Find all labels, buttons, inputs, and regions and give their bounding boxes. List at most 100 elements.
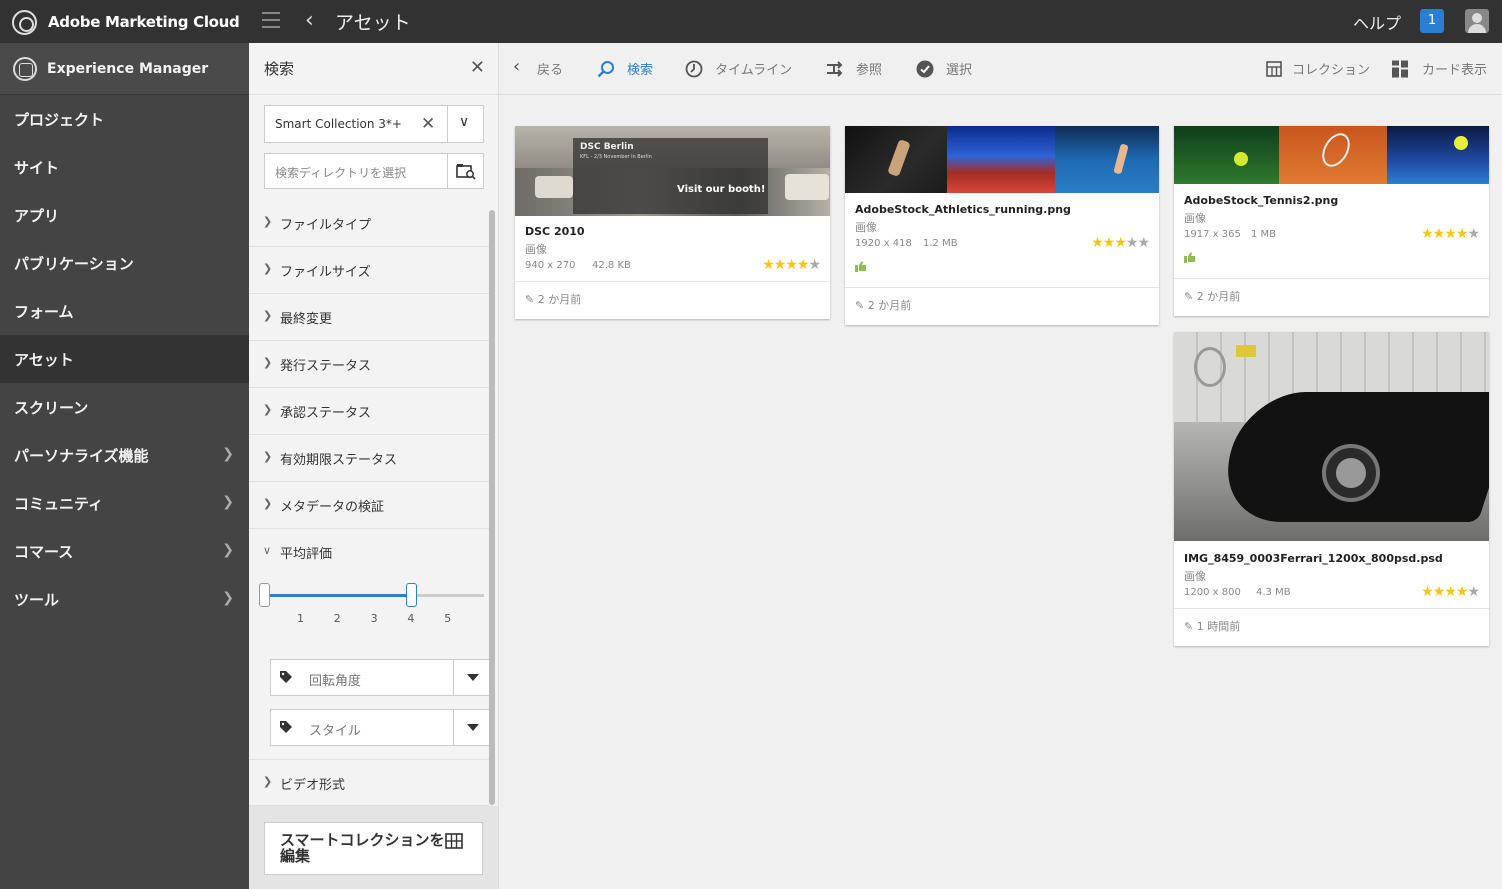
star-filled-icon[interactable]: ★ bbox=[1433, 226, 1446, 242]
asset-card[interactable]: AdobeStock_Athletics_running.png 画像 1920… bbox=[845, 126, 1159, 325]
asset-thumbnail bbox=[1174, 332, 1489, 541]
star-filled-icon[interactable]: ★ bbox=[1444, 584, 1457, 600]
edit-smart-collection-button[interactable]: スマートコレクションを編集 bbox=[264, 822, 483, 875]
star-empty-icon[interactable]: ★ bbox=[808, 257, 821, 273]
facet-video-format[interactable]: ❯ ビデオ形式 bbox=[249, 759, 489, 806]
facet-average-rating[interactable]: ∨ 平均評価 bbox=[249, 529, 489, 576]
nav-item[interactable]: パーソナライズ機能 ❯ bbox=[0, 431, 249, 479]
pencil-icon: ✎ bbox=[1184, 620, 1194, 633]
nav-item[interactable]: コミュニティ ❯ bbox=[0, 479, 249, 527]
asset-card[interactable]: IMG_8459_0003Ferrari_1200x_800psd.psd 画像… bbox=[1174, 332, 1489, 646]
star-empty-icon[interactable]: ★ bbox=[1467, 226, 1480, 242]
rating-stars[interactable]: ★★★★★ bbox=[1091, 235, 1150, 251]
user-avatar-icon[interactable] bbox=[1465, 9, 1489, 33]
facet-label: 平均評価 bbox=[280, 547, 333, 562]
rating-stars[interactable]: ★★★★★ bbox=[762, 257, 821, 273]
star-filled-icon[interactable]: ★ bbox=[785, 257, 798, 273]
rating-slider-min-handle[interactable] bbox=[259, 583, 270, 607]
timeline-button[interactable]: タイムライン bbox=[685, 59, 792, 78]
divider bbox=[1174, 278, 1489, 279]
search-directory-field[interactable]: 検索ディレクトリを選択 bbox=[264, 153, 484, 189]
search-button[interactable]: 検索 bbox=[597, 59, 653, 78]
facet-item[interactable]: ❯ ファイルサイズ bbox=[249, 247, 489, 294]
menu-icon[interactable] bbox=[262, 12, 280, 33]
select-label: 選択 bbox=[946, 63, 973, 78]
chevron-right-icon: ❯ bbox=[222, 542, 234, 558]
clear-icon[interactable]: ✕ bbox=[421, 114, 435, 134]
facet-item[interactable]: ❯ 承認ステータス bbox=[249, 388, 489, 435]
rating-slider-max-handle[interactable] bbox=[406, 583, 418, 607]
back-chevron-icon[interactable]: ‹ bbox=[305, 8, 314, 33]
star-filled-icon[interactable]: ★ bbox=[774, 257, 787, 273]
brand[interactable]: Adobe Marketing Cloud bbox=[12, 9, 240, 35]
star-filled-icon[interactable]: ★ bbox=[797, 257, 810, 273]
star-empty-icon[interactable]: ★ bbox=[1467, 584, 1480, 600]
rating-tick-label: 2 bbox=[333, 612, 341, 625]
dropdown-caret-icon[interactable] bbox=[467, 724, 479, 731]
nav-item[interactable]: プロジェクト bbox=[0, 95, 249, 143]
references-button[interactable]: 参照 bbox=[826, 59, 882, 78]
star-filled-icon[interactable]: ★ bbox=[1114, 235, 1127, 251]
nav-item[interactable]: ツール ❯ bbox=[0, 575, 249, 623]
star-filled-icon[interactable]: ★ bbox=[1103, 235, 1116, 251]
browse-folder-icon[interactable] bbox=[456, 162, 476, 180]
collection-button[interactable]: コレクション bbox=[1266, 59, 1370, 78]
rating-stars[interactable]: ★★★★★ bbox=[1421, 226, 1480, 242]
nav-item-label: フォーム bbox=[14, 302, 74, 321]
nav-item[interactable]: アセット bbox=[0, 335, 249, 383]
star-filled-icon[interactable]: ★ bbox=[1456, 584, 1469, 600]
asset-dimensions: 1920 x 418 bbox=[855, 238, 912, 249]
nav-item[interactable]: フォーム bbox=[0, 287, 249, 335]
card-view-button[interactable]: カード表示 bbox=[1392, 59, 1487, 78]
nav-item[interactable]: コマース ❯ bbox=[0, 527, 249, 575]
rotation-tag-select[interactable]: 回転角度 bbox=[270, 659, 490, 696]
style-tag-select[interactable]: スタイル bbox=[270, 709, 490, 746]
rail-scrollbar[interactable] bbox=[489, 210, 495, 805]
star-filled-icon[interactable]: ★ bbox=[1456, 226, 1469, 242]
experience-manager-label: Experience Manager bbox=[47, 60, 209, 77]
nav-item[interactable]: アプリ bbox=[0, 191, 249, 239]
star-filled-icon[interactable]: ★ bbox=[762, 257, 775, 273]
page-title: アセット bbox=[335, 12, 411, 34]
chevron-down-icon[interactable]: ∨ bbox=[459, 114, 469, 130]
chevron-right-icon: ❯ bbox=[263, 403, 273, 416]
smart-collection-select[interactable]: Smart Collection 3*+ ✕ ∨ bbox=[264, 105, 484, 143]
dropdown-caret-icon[interactable] bbox=[467, 674, 479, 681]
search-icon bbox=[597, 60, 614, 77]
rating-stars[interactable]: ★★★★★ bbox=[1421, 584, 1480, 600]
rating-tick-label: 1 bbox=[297, 612, 304, 625]
asset-card[interactable]: DSC Berlin KFL - 2/3 November in Berlin … bbox=[515, 126, 830, 319]
facet-item[interactable]: ❯ 有効期限ステータス bbox=[249, 435, 489, 482]
nav-item[interactable]: パブリケーション bbox=[0, 239, 249, 287]
facet-item[interactable]: ❯ メタデータの検証 bbox=[249, 482, 489, 529]
asset-title[interactable]: IMG_8459_0003Ferrari_1200x_800psd.psd bbox=[1184, 552, 1443, 565]
experience-manager-header[interactable]: Experience Manager bbox=[0, 43, 249, 95]
facet-item[interactable]: ❯ ファイルタイプ bbox=[249, 200, 489, 247]
facet-item[interactable]: ❯ 最終変更 bbox=[249, 294, 489, 341]
nav-item[interactable]: サイト bbox=[0, 143, 249, 191]
star-filled-icon[interactable]: ★ bbox=[1091, 235, 1104, 251]
star-filled-icon[interactable]: ★ bbox=[1421, 584, 1434, 600]
nav-item-label: スクリーン bbox=[14, 398, 89, 417]
facet-item[interactable]: ❯ 発行ステータス bbox=[249, 341, 489, 388]
card-view-label: カード表示 bbox=[1422, 63, 1488, 78]
notifications-badge[interactable]: 1 bbox=[1420, 9, 1444, 33]
asset-card[interactable]: AdobeStock_Tennis2.png 画像 1917 x 365 1 M… bbox=[1174, 126, 1489, 316]
asset-title[interactable]: DSC 2010 bbox=[525, 225, 585, 238]
star-empty-icon[interactable]: ★ bbox=[1126, 235, 1139, 251]
star-filled-icon[interactable]: ★ bbox=[1444, 226, 1457, 242]
select-button[interactable]: 選択 bbox=[916, 59, 972, 78]
chevron-right-icon: ❯ bbox=[263, 262, 273, 275]
help-link[interactable]: ヘルプ bbox=[1353, 10, 1401, 34]
asset-title[interactable]: AdobeStock_Athletics_running.png bbox=[855, 203, 1071, 216]
divider bbox=[453, 660, 454, 695]
thumbs-up-icon[interactable] bbox=[855, 261, 867, 272]
back-button[interactable]: ‹ 戻る bbox=[513, 57, 563, 78]
asset-title[interactable]: AdobeStock_Tennis2.png bbox=[1184, 194, 1338, 207]
star-filled-icon[interactable]: ★ bbox=[1421, 226, 1434, 242]
star-empty-icon[interactable]: ★ bbox=[1137, 235, 1150, 251]
star-filled-icon[interactable]: ★ bbox=[1433, 584, 1446, 600]
thumbs-up-icon[interactable] bbox=[1184, 252, 1196, 263]
nav-item[interactable]: スクリーン bbox=[0, 383, 249, 431]
close-icon[interactable]: ✕ bbox=[470, 57, 485, 78]
